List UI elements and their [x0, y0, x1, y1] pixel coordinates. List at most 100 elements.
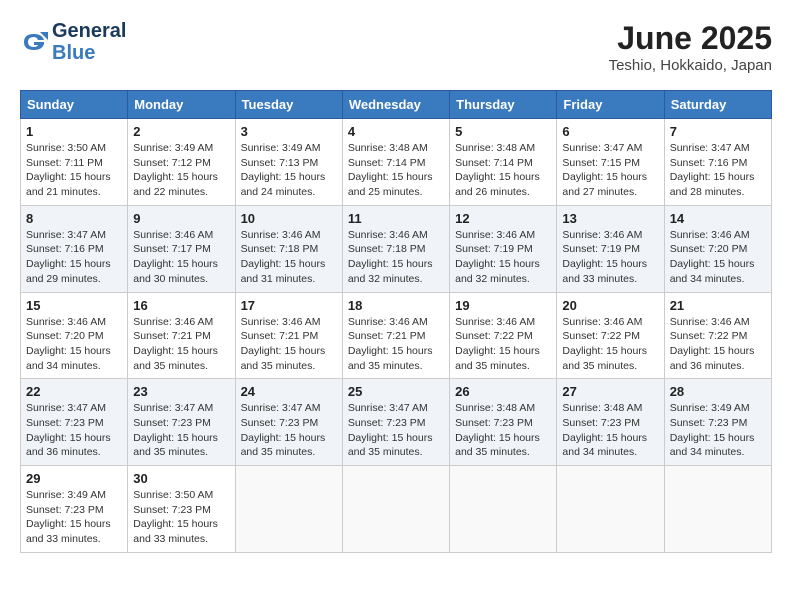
day-number: 10	[241, 211, 337, 226]
calendar-cell: 5 Sunrise: 3:48 AM Sunset: 7:14 PM Daylig…	[450, 119, 557, 206]
calendar-cell: 3 Sunrise: 3:49 AM Sunset: 7:13 PM Daylig…	[235, 119, 342, 206]
day-info: Sunrise: 3:48 AM Sunset: 7:14 PM Dayligh…	[455, 141, 551, 200]
day-info: Sunrise: 3:46 AM Sunset: 7:19 PM Dayligh…	[455, 228, 551, 287]
calendar-cell	[557, 466, 664, 553]
calendar-header-row: Sunday Monday Tuesday Wednesday Thursday…	[21, 91, 772, 119]
calendar-cell: 15 Sunrise: 3:46 AM Sunset: 7:20 PM Dayli…	[21, 292, 128, 379]
calendar-cell: 28 Sunrise: 3:49 AM Sunset: 7:23 PM Dayli…	[664, 379, 771, 466]
day-info: Sunrise: 3:46 AM Sunset: 7:22 PM Dayligh…	[562, 315, 658, 374]
day-number: 23	[133, 384, 229, 399]
day-number: 9	[133, 211, 229, 226]
calendar-week-row: 8 Sunrise: 3:47 AM Sunset: 7:16 PM Daylig…	[21, 205, 772, 292]
title-block: June 2025 Teshio, Hokkaido, Japan	[609, 20, 772, 74]
page-title: June 2025	[609, 20, 772, 57]
calendar-cell	[235, 466, 342, 553]
day-info: Sunrise: 3:50 AM Sunset: 7:23 PM Dayligh…	[133, 488, 229, 547]
day-info: Sunrise: 3:46 AM Sunset: 7:20 PM Dayligh…	[26, 315, 122, 374]
calendar-cell: 19Sunrise: 3:46 AM Sunset: 7:22 PM Dayli…	[450, 292, 557, 379]
day-info: Sunrise: 3:48 AM Sunset: 7:23 PM Dayligh…	[562, 401, 658, 460]
day-number: 29	[26, 471, 122, 486]
day-number: 12	[455, 211, 551, 226]
calendar-cell: 16 Sunrise: 3:46 AM Sunset: 7:21 PM Dayli…	[128, 292, 235, 379]
logo-icon	[20, 28, 48, 56]
calendar-cell: 17 Sunrise: 3:46 AM Sunset: 7:21 PM Dayli…	[235, 292, 342, 379]
calendar-cell: 23 Sunrise: 3:47 AM Sunset: 7:23 PM Dayli…	[128, 379, 235, 466]
calendar-cell: 25 Sunrise: 3:47 AM Sunset: 7:23 PM Dayli…	[342, 379, 449, 466]
day-number: 8	[26, 211, 122, 226]
day-info: Sunrise: 3:46 AM Sunset: 7:18 PM Dayligh…	[241, 228, 337, 287]
day-number: 25	[348, 384, 444, 399]
day-number: 22	[26, 384, 122, 399]
day-number: 5	[455, 124, 551, 139]
calendar-cell: 7Sunrise: 3:47 AM Sunset: 7:16 PM Daylig…	[664, 119, 771, 206]
day-number: 21	[670, 298, 766, 313]
calendar-week-row: 15 Sunrise: 3:46 AM Sunset: 7:20 PM Dayli…	[21, 292, 772, 379]
calendar-cell: 18 Sunrise: 3:46 AM Sunset: 7:21 PM Dayli…	[342, 292, 449, 379]
day-number: 15	[26, 298, 122, 313]
day-number: 4	[348, 124, 444, 139]
day-info: Sunrise: 3:47 AM Sunset: 7:15 PM Dayligh…	[562, 141, 658, 200]
calendar-cell: 1 Sunrise: 3:50 AM Sunset: 7:11 PM Daylig…	[21, 119, 128, 206]
calendar-cell: 4 Sunrise: 3:48 AM Sunset: 7:14 PM Daylig…	[342, 119, 449, 206]
calendar-cell: 12 Sunrise: 3:46 AM Sunset: 7:19 PM Dayli…	[450, 205, 557, 292]
day-info: Sunrise: 3:46 AM Sunset: 7:21 PM Dayligh…	[348, 315, 444, 374]
calendar-cell: 10 Sunrise: 3:46 AM Sunset: 7:18 PM Dayli…	[235, 205, 342, 292]
calendar-cell: 21 Sunrise: 3:46 AM Sunset: 7:22 PM Dayli…	[664, 292, 771, 379]
calendar-cell: 11Sunrise: 3:46 AM Sunset: 7:18 PM Dayli…	[342, 205, 449, 292]
day-number: 18	[348, 298, 444, 313]
day-number: 6	[562, 124, 658, 139]
day-info: Sunrise: 3:47 AM Sunset: 7:16 PM Dayligh…	[26, 228, 122, 287]
day-info: Sunrise: 3:47 AM Sunset: 7:16 PM Dayligh…	[670, 141, 766, 200]
day-info: Sunrise: 3:47 AM Sunset: 7:23 PM Dayligh…	[348, 401, 444, 460]
day-info: Sunrise: 3:46 AM Sunset: 7:19 PM Dayligh…	[562, 228, 658, 287]
day-number: 19	[455, 298, 551, 313]
day-info: Sunrise: 3:49 AM Sunset: 7:13 PM Dayligh…	[241, 141, 337, 200]
calendar-cell: 8 Sunrise: 3:47 AM Sunset: 7:16 PM Daylig…	[21, 205, 128, 292]
day-info: Sunrise: 3:46 AM Sunset: 7:20 PM Dayligh…	[670, 228, 766, 287]
day-number: 2	[133, 124, 229, 139]
day-info: Sunrise: 3:47 AM Sunset: 7:23 PM Dayligh…	[26, 401, 122, 460]
day-number: 28	[670, 384, 766, 399]
day-info: Sunrise: 3:48 AM Sunset: 7:23 PM Dayligh…	[455, 401, 551, 460]
calendar-cell: 24 Sunrise: 3:47 AM Sunset: 7:23 PM Dayli…	[235, 379, 342, 466]
day-info: Sunrise: 3:46 AM Sunset: 7:21 PM Dayligh…	[133, 315, 229, 374]
day-info: Sunrise: 3:47 AM Sunset: 7:23 PM Dayligh…	[133, 401, 229, 460]
day-number: 3	[241, 124, 337, 139]
day-info: Sunrise: 3:49 AM Sunset: 7:23 PM Dayligh…	[670, 401, 766, 460]
day-number: 13	[562, 211, 658, 226]
logo-text: General Blue	[52, 20, 126, 64]
header-sunday: Sunday	[21, 91, 128, 119]
header-monday: Monday	[128, 91, 235, 119]
calendar-week-row: 1 Sunrise: 3:50 AM Sunset: 7:11 PM Daylig…	[21, 119, 772, 206]
day-number: 27	[562, 384, 658, 399]
day-number: 16	[133, 298, 229, 313]
day-info: Sunrise: 3:50 AM Sunset: 7:11 PM Dayligh…	[26, 141, 122, 200]
day-number: 30	[133, 471, 229, 486]
calendar-cell	[342, 466, 449, 553]
calendar-week-row: 29 Sunrise: 3:49 AM Sunset: 7:23 PM Dayli…	[21, 466, 772, 553]
day-info: Sunrise: 3:47 AM Sunset: 7:23 PM Dayligh…	[241, 401, 337, 460]
day-number: 14	[670, 211, 766, 226]
day-info: Sunrise: 3:46 AM Sunset: 7:17 PM Dayligh…	[133, 228, 229, 287]
day-number: 26	[455, 384, 551, 399]
day-info: Sunrise: 3:49 AM Sunset: 7:23 PM Dayligh…	[26, 488, 122, 547]
calendar-table: Sunday Monday Tuesday Wednesday Thursday…	[20, 90, 772, 553]
calendar-cell: 20Sunrise: 3:46 AM Sunset: 7:22 PM Dayli…	[557, 292, 664, 379]
calendar-cell: 26 Sunrise: 3:48 AM Sunset: 7:23 PM Dayli…	[450, 379, 557, 466]
day-number: 1	[26, 124, 122, 139]
page-header: General Blue June 2025 Teshio, Hokkaido,…	[20, 20, 772, 74]
calendar-cell: 14 Sunrise: 3:46 AM Sunset: 7:20 PM Dayli…	[664, 205, 771, 292]
day-number: 24	[241, 384, 337, 399]
calendar-cell: 27 Sunrise: 3:48 AM Sunset: 7:23 PM Dayli…	[557, 379, 664, 466]
day-number: 11	[348, 211, 444, 226]
calendar-cell: 2Sunrise: 3:49 AM Sunset: 7:12 PM Daylig…	[128, 119, 235, 206]
day-info: Sunrise: 3:46 AM Sunset: 7:21 PM Dayligh…	[241, 315, 337, 374]
calendar-cell: 22 Sunrise: 3:47 AM Sunset: 7:23 PM Dayli…	[21, 379, 128, 466]
day-info: Sunrise: 3:48 AM Sunset: 7:14 PM Dayligh…	[348, 141, 444, 200]
calendar-week-row: 22 Sunrise: 3:47 AM Sunset: 7:23 PM Dayli…	[21, 379, 772, 466]
header-friday: Friday	[557, 91, 664, 119]
calendar-cell: 9 Sunrise: 3:46 AM Sunset: 7:17 PM Daylig…	[128, 205, 235, 292]
header-tuesday: Tuesday	[235, 91, 342, 119]
day-info: Sunrise: 3:46 AM Sunset: 7:22 PM Dayligh…	[670, 315, 766, 374]
day-number: 17	[241, 298, 337, 313]
